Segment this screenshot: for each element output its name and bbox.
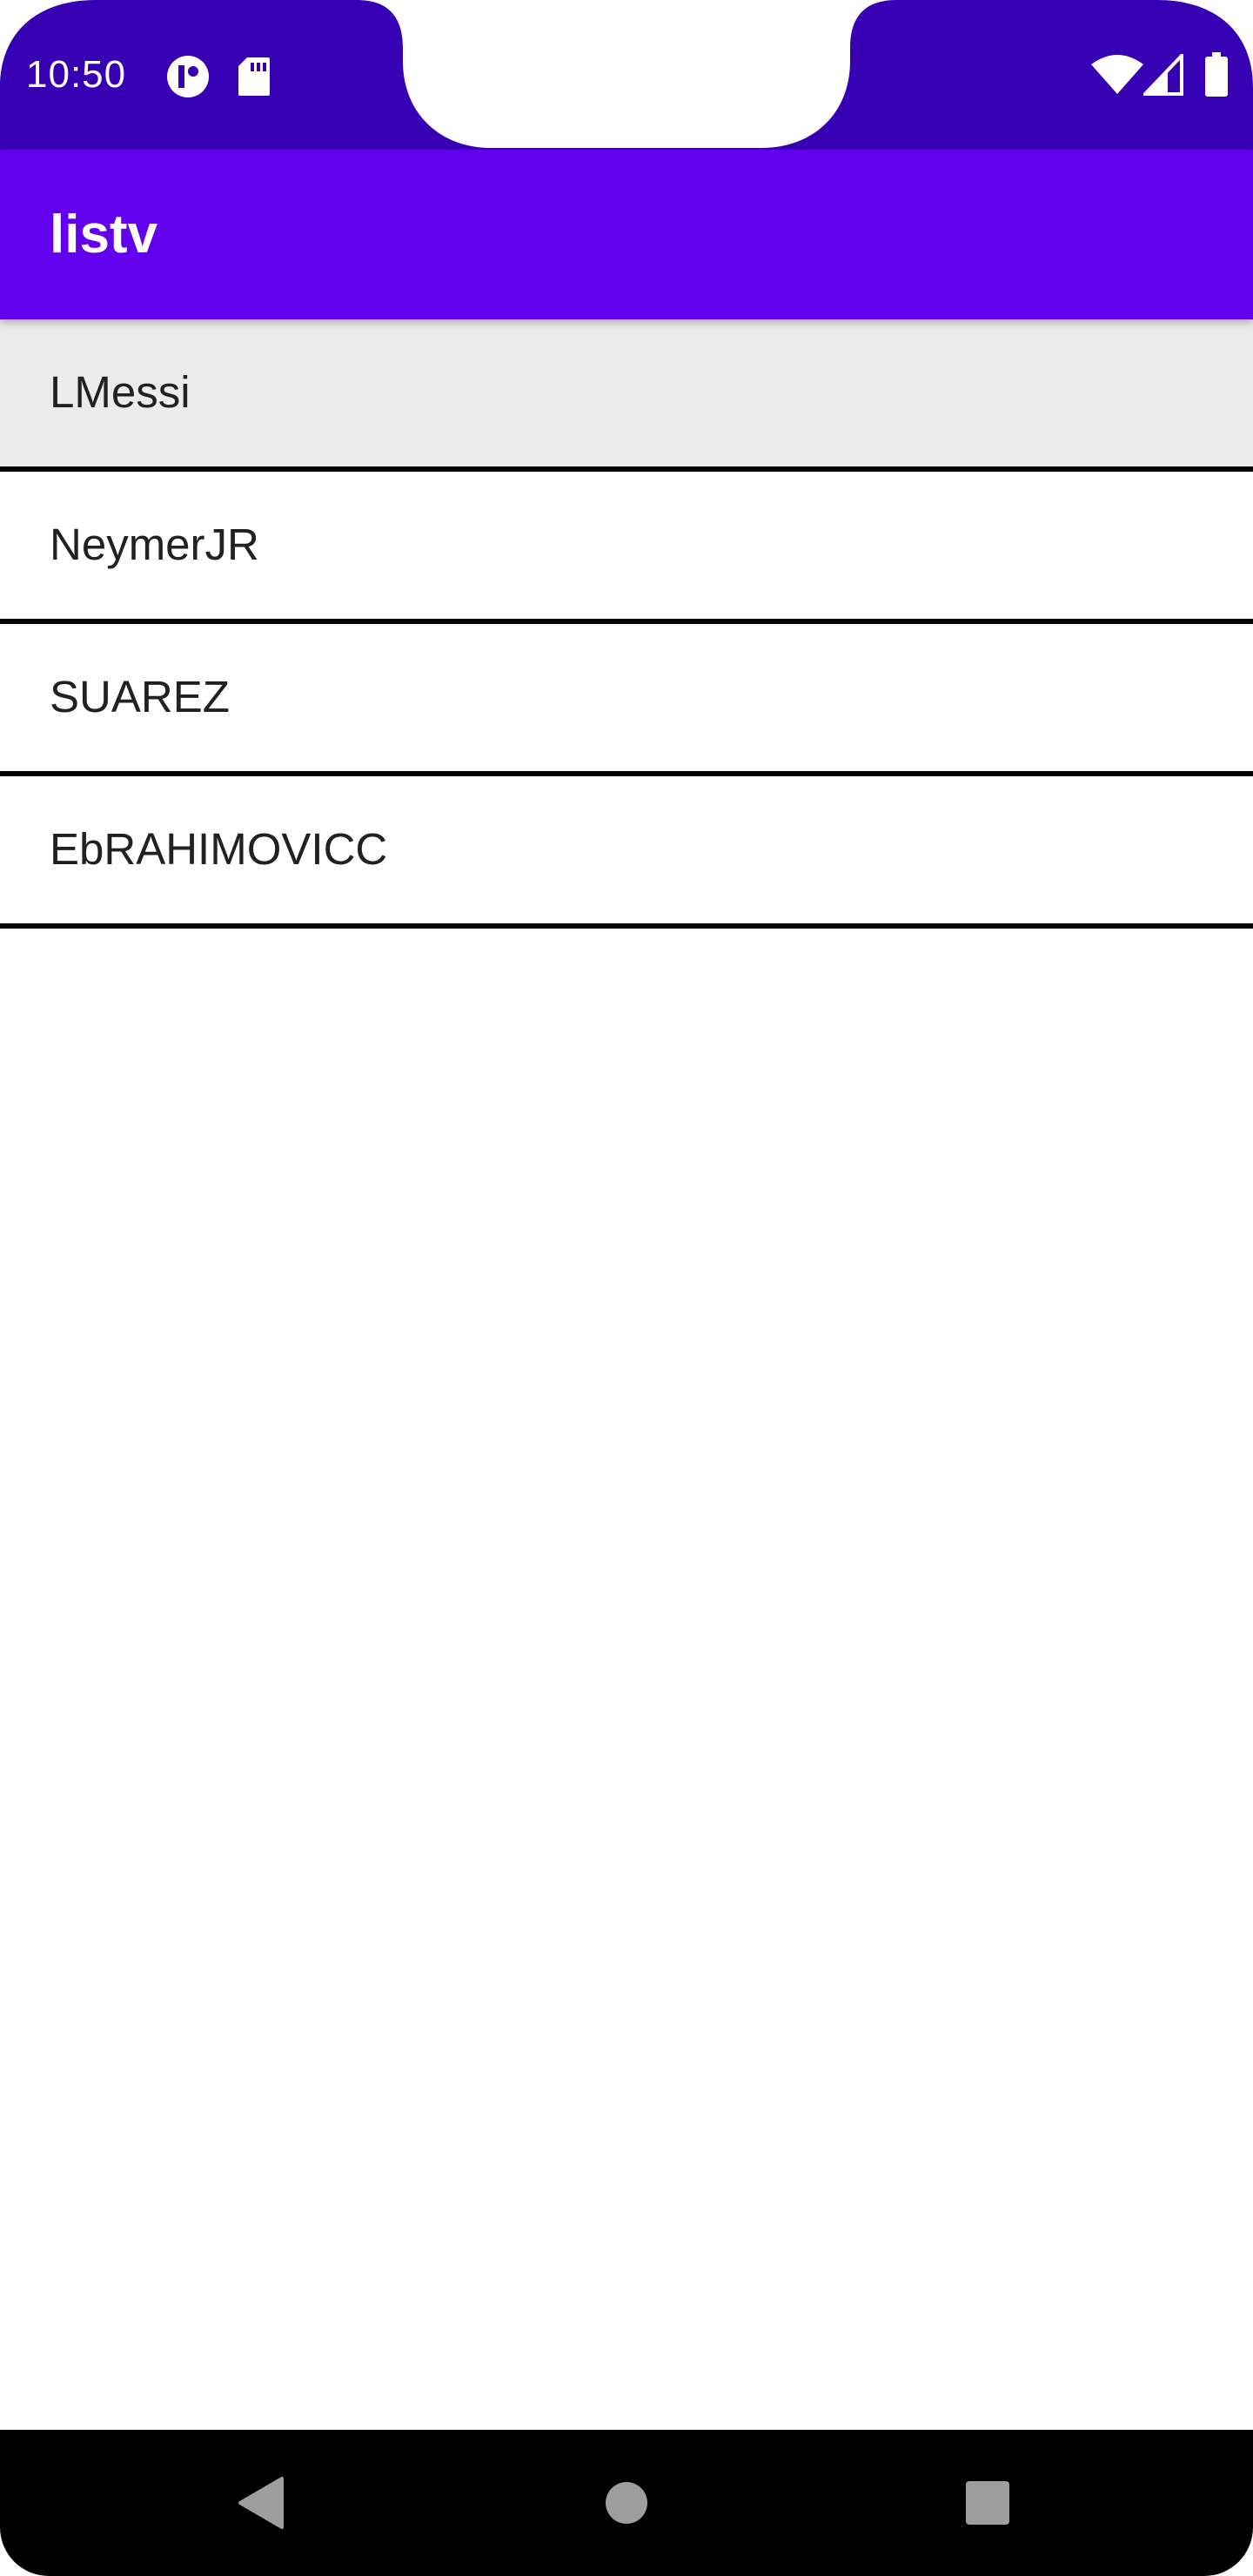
home-icon[interactable] bbox=[583, 2459, 670, 2546]
app-title: listv bbox=[50, 205, 158, 265]
back-icon[interactable] bbox=[218, 2459, 305, 2546]
list-item[interactable]: NeymerJR bbox=[0, 472, 1253, 624]
list-item-label: EbRAHIMOVICC bbox=[50, 824, 388, 874]
list-item-label: SUAREZ bbox=[50, 672, 230, 721]
navigation-bar bbox=[0, 2430, 1253, 2576]
list-item[interactable]: SUAREZ bbox=[0, 624, 1253, 776]
cell-signal-icon bbox=[1141, 51, 1183, 100]
status-bar: 10:50 bbox=[0, 0, 1253, 150]
list-item[interactable]: LMessi bbox=[0, 319, 1253, 472]
wifi-icon bbox=[1091, 54, 1143, 100]
battery-icon bbox=[1204, 52, 1229, 102]
list-item-label: NeymerJR bbox=[50, 520, 259, 569]
status-time: 10:50 bbox=[26, 53, 127, 96]
sd-card-icon bbox=[237, 56, 271, 102]
list-item-label: LMessi bbox=[50, 367, 191, 417]
recents-icon[interactable] bbox=[944, 2459, 1031, 2546]
app-bar: listv bbox=[0, 150, 1253, 319]
player-list: LMessi NeymerJR SUAREZ EbRAHIMOVICC bbox=[0, 319, 1253, 929]
phone-screen: 10:50 listv LMessi NeymerJR SUAREZ EbRAH… bbox=[0, 0, 1253, 2576]
notification-app-icon bbox=[165, 54, 211, 104]
list-item[interactable]: EbRAHIMOVICC bbox=[0, 776, 1253, 929]
